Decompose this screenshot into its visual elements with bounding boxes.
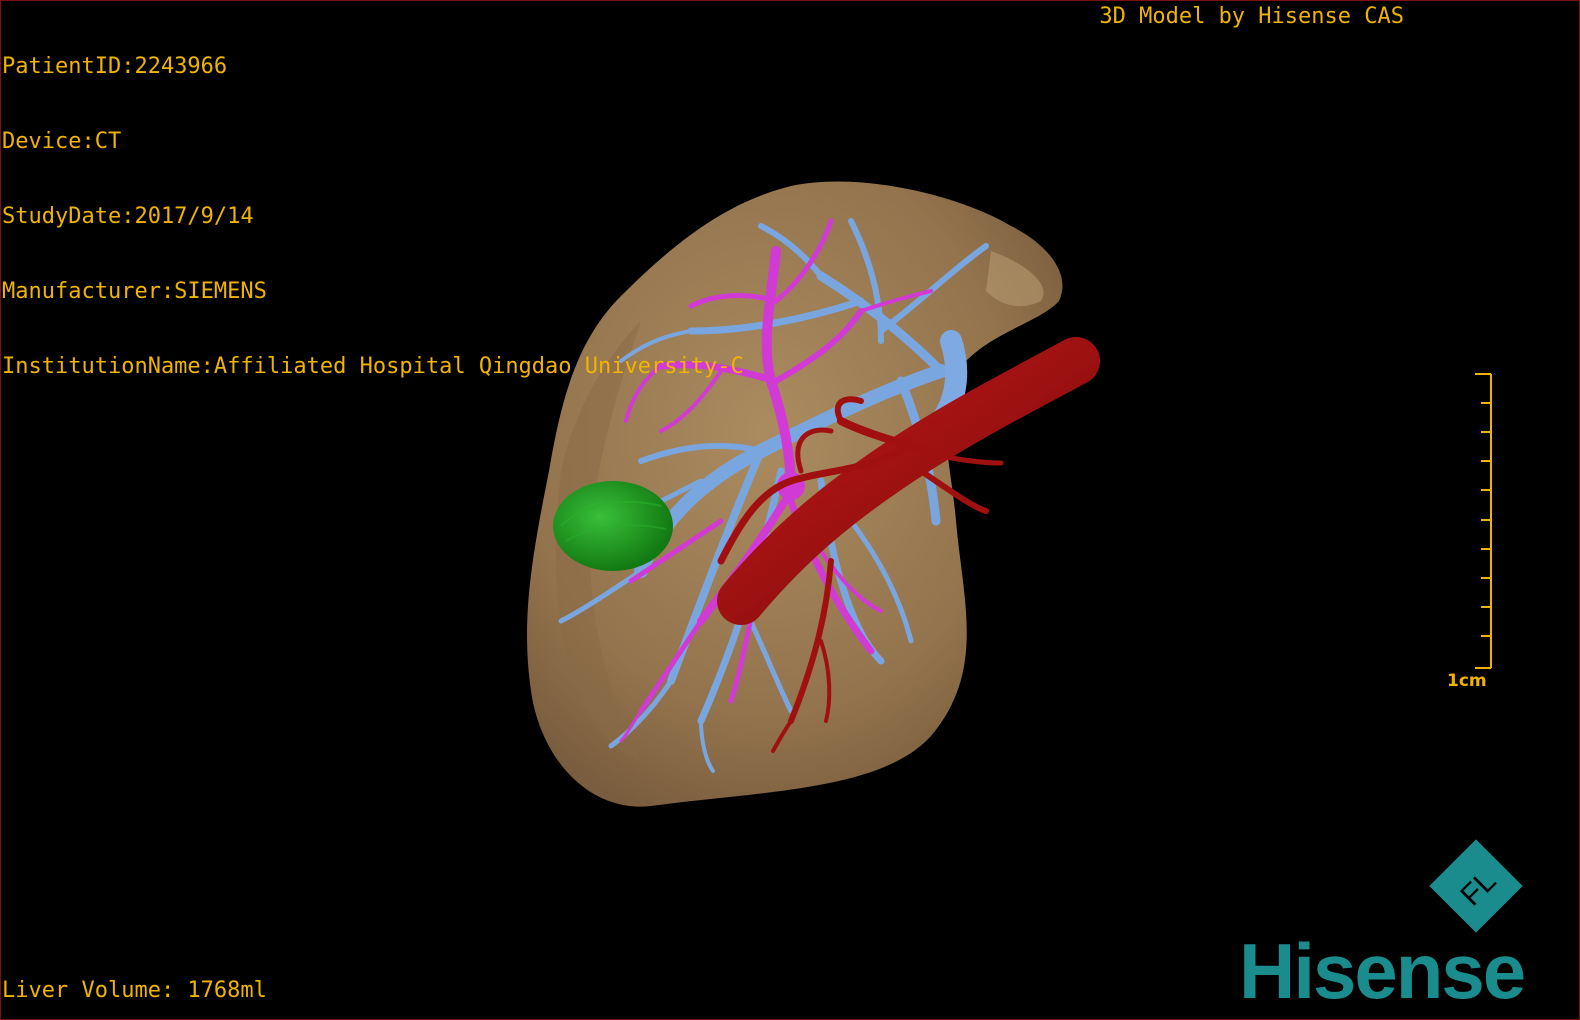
tumor-lesion [553, 481, 673, 571]
dicom-info-block: PatientID:2243966 Device:CT StudyDate:20… [2, 4, 744, 429]
3d-viewer-viewport[interactable]: PatientID:2243966 Device:CT StudyDate:20… [0, 0, 1580, 1020]
scale-label: 1cm [1447, 671, 1487, 691]
scale-bar [1475, 373, 1492, 669]
device-label: Device:CT [2, 129, 122, 154]
liver-volume-label: Liver Volume: 1768ml [2, 978, 267, 1003]
model-credit-label: 3D Model by Hisense CAS [1099, 4, 1404, 29]
hisense-wordmark: Hisense [1239, 927, 1526, 1015]
manufacturer-label: Manufacturer:SIEMENS [2, 279, 267, 304]
patient-id-label: PatientID:2243966 [2, 54, 228, 79]
study-date-label: StudyDate:2017/9/14 [2, 204, 254, 229]
institution-label: InstitutionName:Affiliated Hospital Qing… [2, 354, 744, 379]
fl-logo-icon: FL [1429, 839, 1523, 933]
